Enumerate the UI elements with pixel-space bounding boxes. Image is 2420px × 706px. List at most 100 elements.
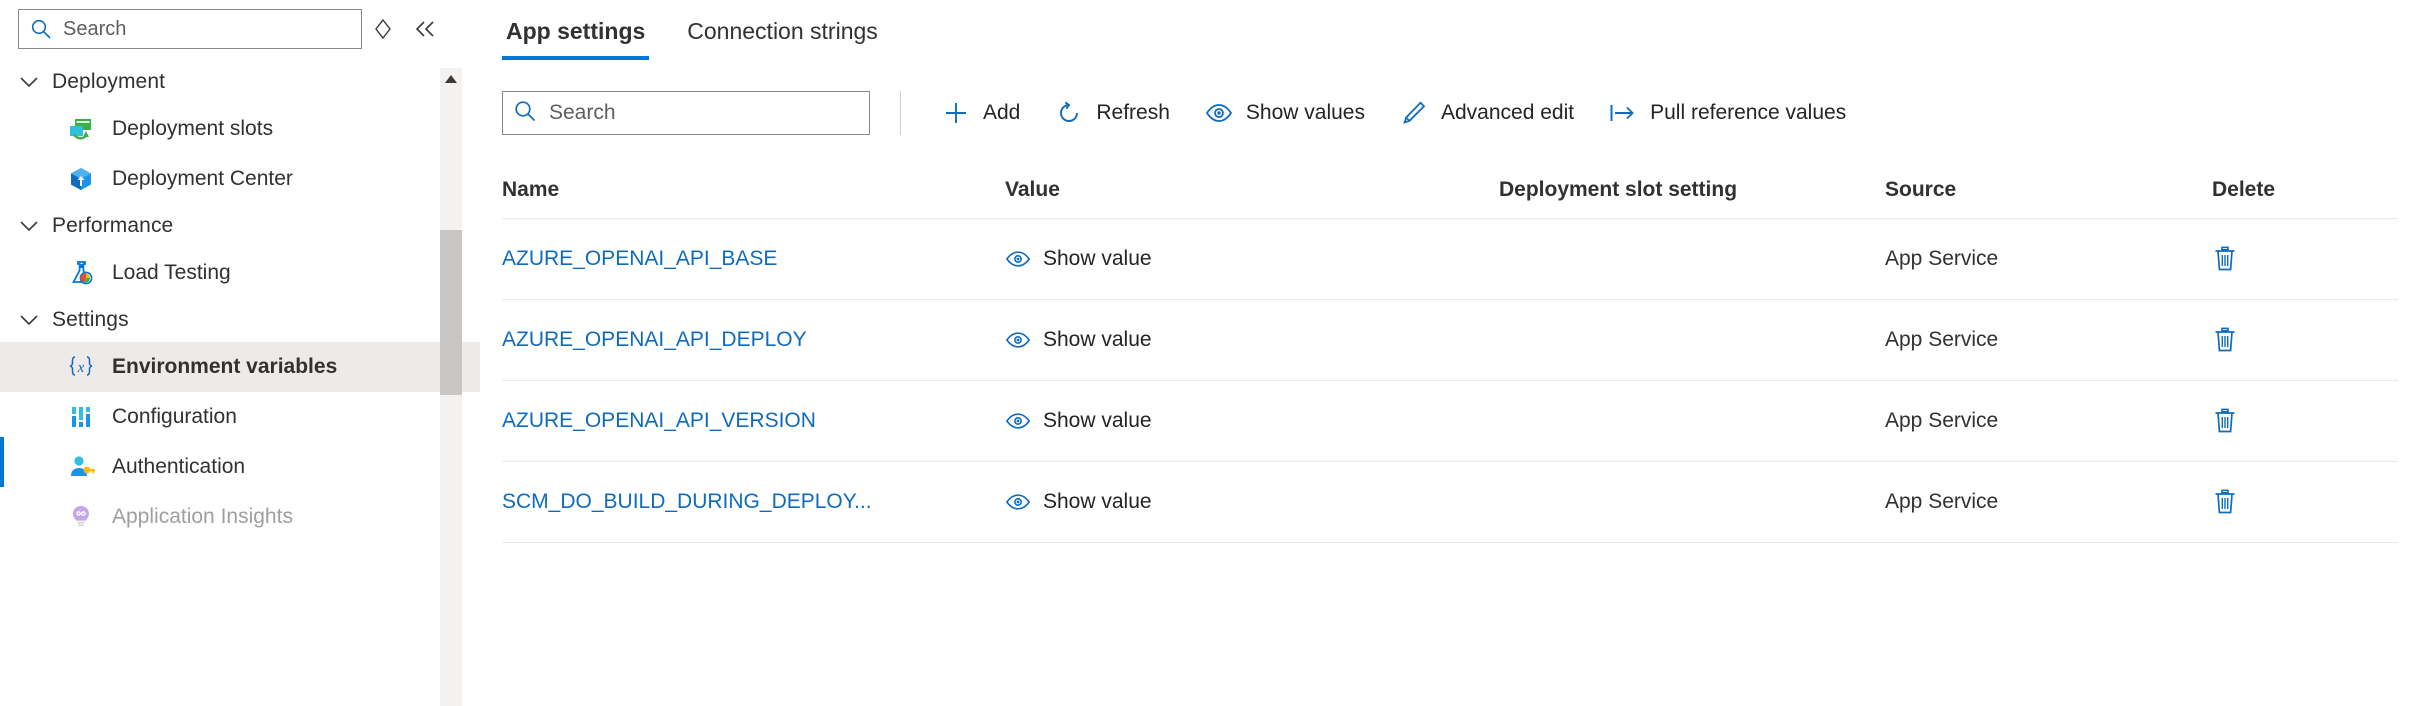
trash-icon: [2215, 408, 2235, 433]
setting-name-link[interactable]: SCM_DO_BUILD_DURING_DEPLOY...: [502, 490, 872, 514]
selected-item-indicator: [0, 437, 4, 487]
sidebar-nav-list: Deployment Deployment slots Deployment C…: [0, 58, 480, 542]
sidebar-item-label: Deployment slots: [112, 117, 274, 140]
search-icon: [513, 99, 537, 128]
table-row: Show value: [1005, 300, 1499, 380]
table-row: [2212, 300, 2398, 380]
sidebar-search-input[interactable]: [53, 17, 351, 41]
sidebar-search-row: [0, 0, 480, 58]
column-header-deployment-slot-setting: Deployment slot setting: [1499, 178, 1738, 201]
tab-app-settings[interactable]: App settings: [502, 2, 650, 60]
sidebar-item-deployment-center[interactable]: Deployment Center: [0, 154, 480, 204]
sidebar-item-application-insights[interactable]: Application Insights: [0, 492, 480, 542]
table-row: [2212, 462, 2398, 542]
delete-row-button[interactable]: [2212, 407, 2238, 435]
chevron-down-icon: [18, 313, 52, 327]
column-header-name: Name: [502, 178, 560, 201]
tab-label: Connection strings: [687, 17, 878, 44]
toolbar-divider: [900, 91, 901, 135]
show-value-toggle[interactable]: Show value: [1005, 246, 1152, 272]
sidebar-group-performance[interactable]: Performance: [0, 204, 480, 248]
row-divider: [502, 542, 2398, 543]
deployment-slots-icon: [66, 114, 96, 144]
advanced-edit-button-label: Advanced edit: [1440, 101, 1575, 124]
configuration-sliders-icon: [66, 402, 96, 432]
setting-name-link[interactable]: AZURE_OPENAI_API_BASE: [502, 247, 777, 271]
table-row: [2212, 381, 2398, 461]
show-value-toggle[interactable]: Show value: [1005, 408, 1152, 434]
load-testing-flask-icon: [66, 258, 96, 288]
sidebar-item-label: Authentication: [112, 455, 246, 478]
main-content-area: App settings Connection strings Add: [480, 0, 2420, 706]
svg-text:x: x: [77, 360, 85, 376]
sidebar-item-authentication[interactable]: Authentication: [0, 442, 480, 492]
chevron-down-icon: [18, 75, 52, 89]
plus-icon: [941, 98, 971, 128]
sidebar-group-deployment[interactable]: Deployment: [0, 60, 480, 104]
azure-portal-environment-variables-page: Deployment Deployment slots: [0, 0, 2420, 706]
sidebar-search-box[interactable]: [18, 9, 362, 49]
table-row: Show value: [1005, 219, 1499, 299]
sidebar-scrollbar[interactable]: [440, 68, 462, 706]
eye-icon: [1005, 327, 1031, 353]
curly-braces-x-icon: x: [66, 352, 96, 382]
pencil-icon: [1399, 98, 1429, 128]
table-row: [1499, 462, 1885, 542]
tab-connection-strings[interactable]: Connection strings: [683, 2, 882, 60]
add-button[interactable]: Add: [927, 91, 1034, 135]
setting-name-link[interactable]: AZURE_OPENAI_API_VERSION: [502, 409, 816, 433]
sort-diamond-icon[interactable]: [362, 8, 404, 50]
settings-tablist: App settings Connection strings: [480, 0, 2420, 60]
eye-icon: [1005, 489, 1031, 515]
command-toolbar: Add Refresh: [480, 82, 2420, 144]
application-insights-bulb-icon: [66, 502, 96, 532]
table-row: Show value: [1005, 462, 1499, 542]
app-settings-table: Name Value Deployment slot setting Sourc…: [480, 168, 2420, 543]
advanced-edit-button[interactable]: Advanced edit: [1385, 91, 1588, 135]
trash-icon: [2215, 327, 2235, 352]
column-header-value: Value: [1005, 178, 1060, 201]
refresh-button[interactable]: Refresh: [1040, 91, 1184, 135]
sidebar-item-load-testing[interactable]: Load Testing: [0, 248, 480, 298]
pull-reference-values-button[interactable]: Pull reference values: [1594, 91, 1860, 135]
sidebar-group-settings[interactable]: Settings: [0, 298, 480, 342]
sidebar-scrollbar-thumb[interactable]: [440, 230, 462, 395]
show-values-button[interactable]: Show values: [1190, 91, 1379, 135]
add-button-label: Add: [983, 101, 1021, 124]
delete-row-button[interactable]: [2212, 326, 2238, 354]
sidebar-group-label: Performance: [52, 214, 174, 237]
search-icon: [29, 17, 53, 41]
sidebar-item-deployment-slots[interactable]: Deployment slots: [0, 104, 480, 154]
pull-reference-values-button-label: Pull reference values: [1650, 101, 1847, 124]
sidebar-item-label: Deployment Center: [112, 167, 293, 190]
scroll-up-arrow-icon[interactable]: [440, 68, 462, 90]
delete-row-button[interactable]: [2212, 245, 2238, 273]
double-chevron-left-icon[interactable]: [404, 8, 446, 50]
sidebar-group-label: Settings: [52, 308, 129, 331]
sidebar-group-label: Deployment: [52, 70, 166, 93]
delete-row-button[interactable]: [2212, 488, 2238, 516]
trash-icon: [2215, 489, 2235, 514]
settings-search-input[interactable]: [537, 101, 859, 125]
trash-icon: [2215, 246, 2235, 271]
sidebar-item-configuration[interactable]: Configuration: [0, 392, 480, 442]
chevron-down-icon: [18, 219, 52, 233]
settings-search-box[interactable]: [502, 91, 870, 135]
app-settings-grid: Name Value Deployment slot setting Sourc…: [502, 168, 2398, 543]
show-value-toggle[interactable]: Show value: [1005, 327, 1152, 353]
table-row: AZURE_OPENAI_API_BASE: [502, 219, 1005, 299]
eye-icon: [1005, 246, 1031, 272]
table-row: App Service: [1885, 409, 1999, 432]
show-value-label: Show value: [1043, 490, 1152, 513]
show-value-label: Show value: [1043, 328, 1152, 351]
setting-name-link[interactable]: AZURE_OPENAI_API_DEPLOY: [502, 328, 807, 352]
show-value-toggle[interactable]: Show value: [1005, 489, 1152, 515]
table-row: [1499, 219, 1885, 299]
show-value-label: Show value: [1043, 247, 1152, 270]
sidebar-item-environment-variables[interactable]: x Environment variables: [0, 342, 480, 392]
table-row: [1499, 381, 1885, 461]
eye-icon: [1005, 408, 1031, 434]
table-row: AZURE_OPENAI_API_VERSION: [502, 381, 1005, 461]
sidebar-item-label: Load Testing: [112, 261, 231, 284]
table-row: AZURE_OPENAI_API_DEPLOY: [502, 300, 1005, 380]
